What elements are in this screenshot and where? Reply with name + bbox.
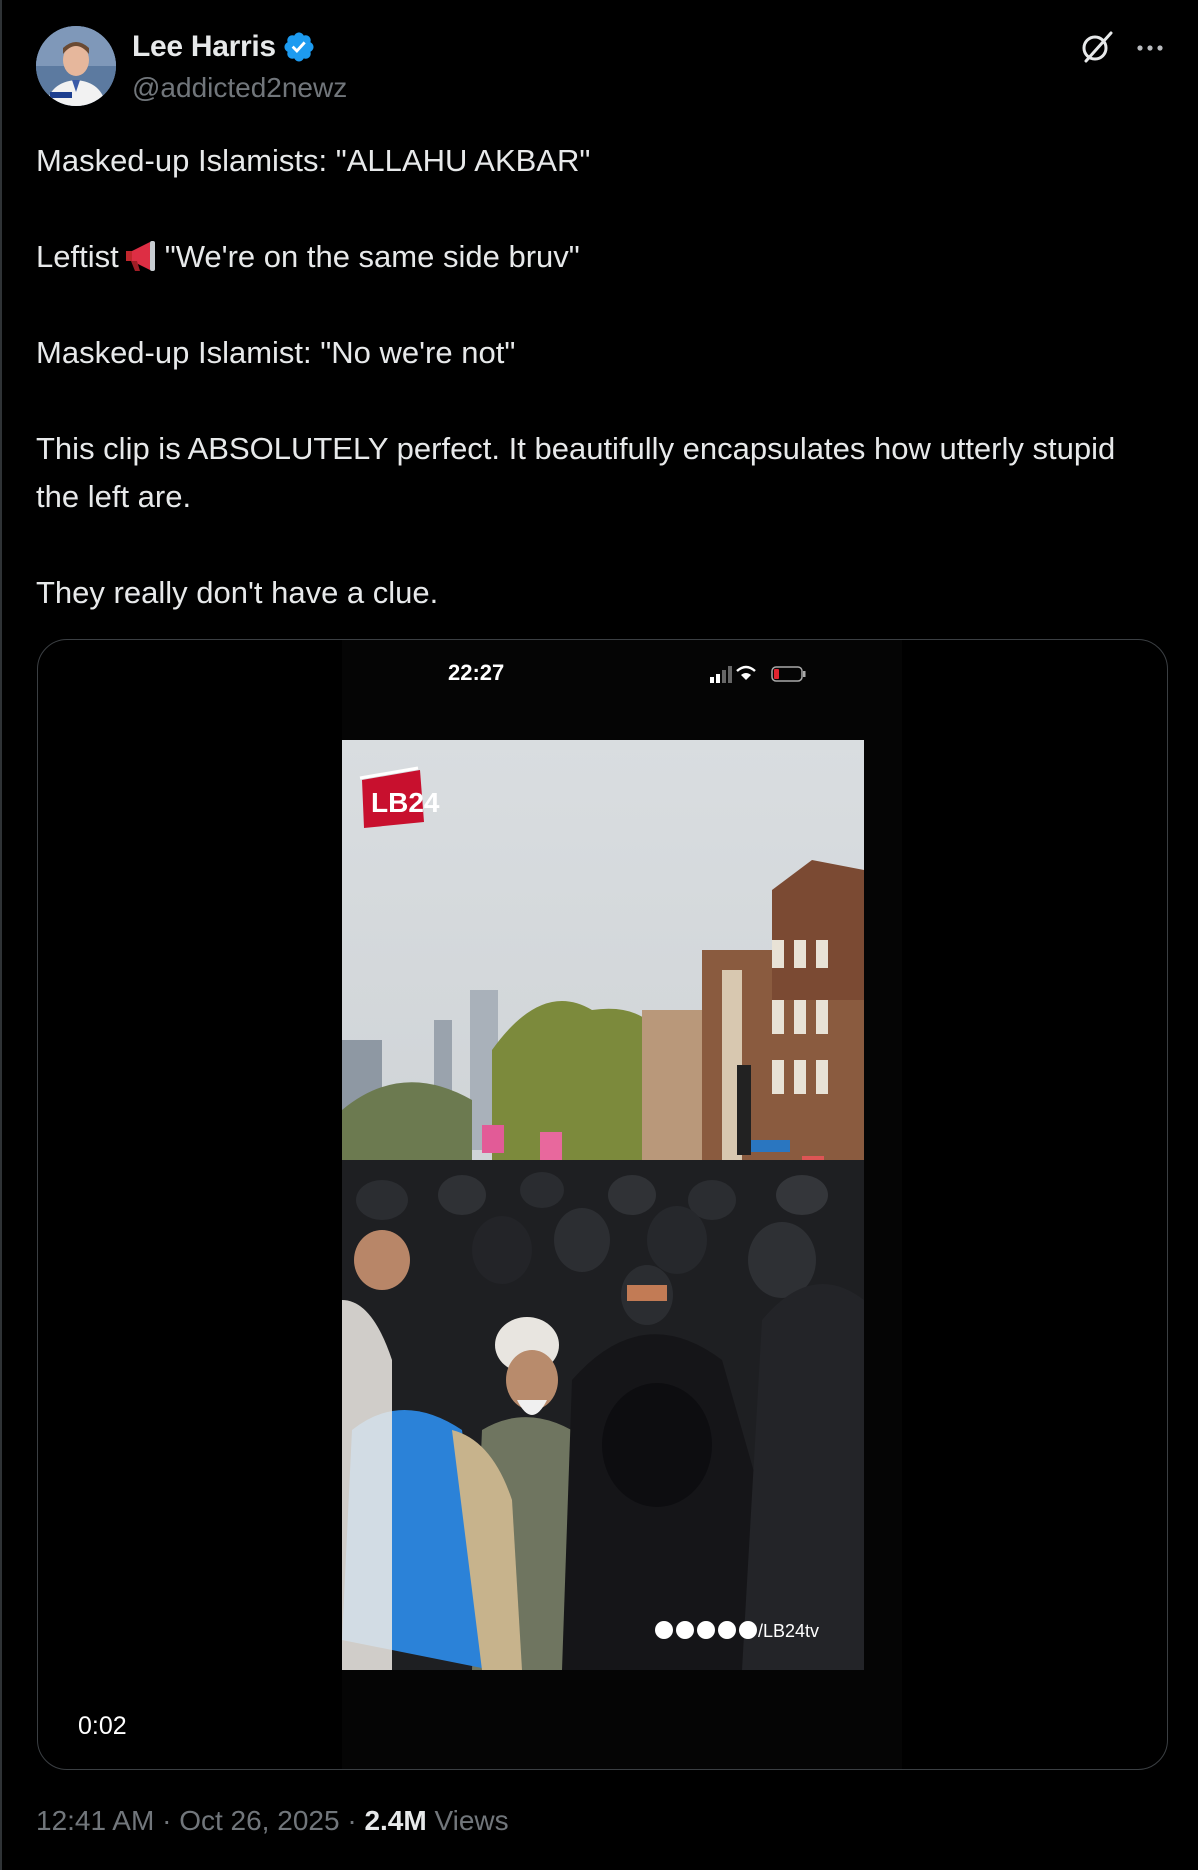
video-player[interactable]: 22:27 LB24 /LB24tv 0:02 — [37, 639, 1168, 1770]
verified-badge-icon — [284, 32, 314, 62]
social-handle-text: /LB24tv — [758, 1621, 819, 1641]
phone-status-icons — [710, 665, 806, 683]
author-name-row[interactable]: Lee Harris — [132, 30, 316, 64]
megaphone-emoji-icon — [125, 241, 155, 271]
tweet-line-2-start: Leftist — [36, 239, 119, 274]
post-date[interactable]: Oct 26, 2025 — [179, 1805, 339, 1836]
meta-separator: · — [162, 1805, 172, 1836]
views-label: Views — [434, 1805, 509, 1836]
tweet-line-2: Leftist "We're on the same side bruv" — [36, 233, 1166, 281]
tweet-line-3: Masked-up Islamist: "No we're not" — [36, 335, 516, 370]
phone-status-time: 22:27 — [448, 660, 505, 685]
tweet-text: Masked-up Islamists: "ALLAHU AKBAR" Left… — [36, 137, 1166, 617]
avatar[interactable] — [36, 26, 116, 106]
author-handle[interactable]: @addicted2newz — [132, 72, 347, 104]
column-divider — [0, 0, 2, 1870]
tweet-line-5: They really don't have a clue. — [36, 575, 439, 610]
lb24-logo-text: LB24 — [371, 787, 440, 818]
video-duration: 0:02 — [78, 1712, 127, 1740]
more-options-icon[interactable] — [1132, 30, 1168, 66]
avatar-image — [36, 26, 116, 106]
views-count: 2.4M — [364, 1805, 427, 1836]
tweet-meta: 12:41 AM · Oct 26, 2025 · 2.4M Views — [36, 1805, 509, 1837]
meta-separator: · — [347, 1805, 357, 1836]
author-display-name[interactable]: Lee Harris — [132, 30, 276, 64]
video-still-image: LB24 /LB24tv — [342, 740, 864, 1670]
video-frame: LB24 /LB24tv — [342, 740, 864, 1670]
tweet-line-4: This clip is ABSOLUTELY perfect. It beau… — [36, 431, 1116, 514]
tweet-detail: Lee Harris @addicted2newz Masked-up Isla… — [0, 0, 1198, 1870]
post-time[interactable]: 12:41 AM — [36, 1805, 154, 1836]
tweet-line-1: Masked-up Islamists: "ALLAHU AKBAR" — [36, 143, 591, 178]
tweet-line-2-end: "We're on the same side bruv" — [164, 239, 580, 274]
grok-icon[interactable] — [1078, 28, 1116, 66]
